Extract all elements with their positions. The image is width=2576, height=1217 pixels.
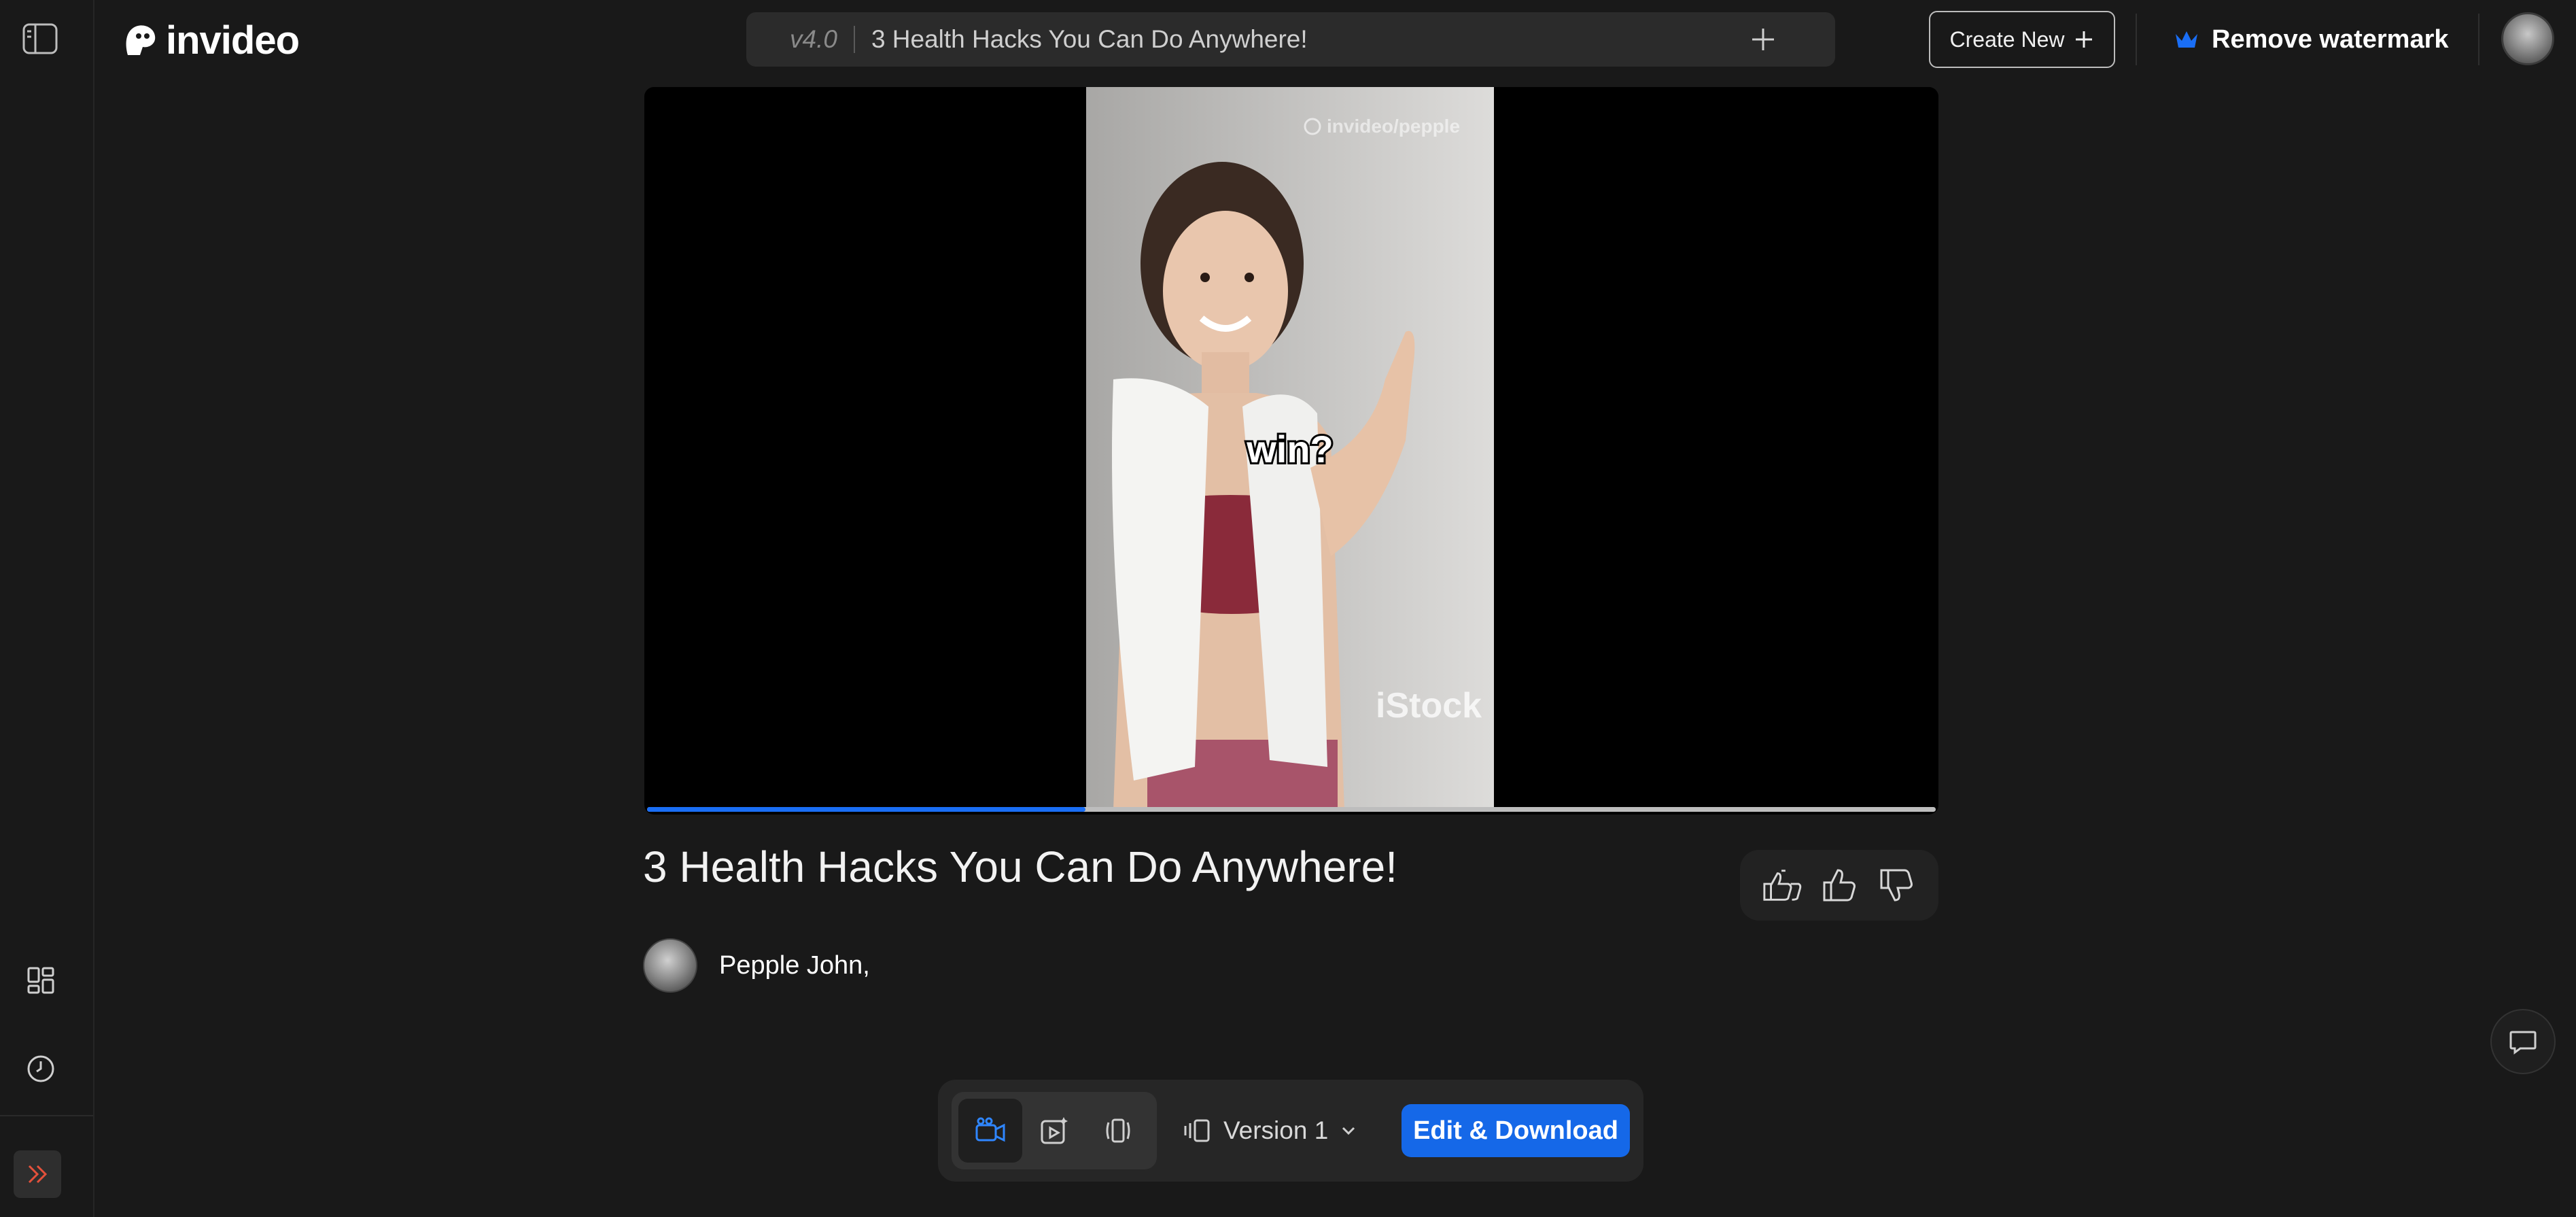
- video-player[interactable]: invideo/pepple win? iStock: [644, 87, 1938, 815]
- double-thumbs-up-icon[interactable]: [1762, 865, 1803, 906]
- author-avatar[interactable]: [643, 938, 697, 993]
- bottom-toolbar: Version 1 Edit & Download: [938, 1080, 1643, 1182]
- project-title[interactable]: 3 Health Hacks You Can Do Anywhere!: [871, 25, 1308, 54]
- progress-fill: [647, 807, 1085, 812]
- edit-download-button[interactable]: Edit & Download: [1402, 1104, 1630, 1157]
- watermark-handle-text: invideo/pepple: [1327, 116, 1460, 137]
- video-caption: win?: [1086, 427, 1494, 471]
- grid-icon[interactable]: [24, 964, 57, 997]
- clock-icon[interactable]: [24, 1052, 57, 1085]
- left-rail: [0, 0, 94, 1217]
- chat-icon: [2508, 1027, 2538, 1057]
- video-camera-icon: [974, 1117, 1007, 1144]
- version-tag: v4.0: [790, 25, 837, 54]
- carousel-button[interactable]: [1086, 1099, 1150, 1163]
- image-sparkle-icon: [1039, 1116, 1069, 1146]
- mode-switcher: [952, 1092, 1157, 1169]
- ai-media-button[interactable]: [1022, 1099, 1086, 1163]
- author-row: Pepple John,: [643, 938, 870, 993]
- project-title-bar[interactable]: v4.0 3 Health Hacks You Can Do Anywhere!: [746, 12, 1835, 67]
- progress-bar[interactable]: [647, 807, 1936, 812]
- version-selector[interactable]: Version 1: [1184, 1110, 1357, 1152]
- title-separator: [854, 26, 855, 53]
- thumbs-up-icon[interactable]: [1819, 865, 1860, 906]
- create-new-button[interactable]: Create New: [1929, 11, 2115, 68]
- video-frame: invideo/pepple win? iStock: [1086, 87, 1494, 810]
- create-new-label: Create New: [1950, 27, 2065, 52]
- sidebar-toggle-icon[interactable]: [22, 20, 58, 57]
- chat-button[interactable]: [2490, 1009, 2556, 1074]
- crown-icon: [2174, 29, 2199, 50]
- user-avatar[interactable]: [2501, 12, 2554, 65]
- logo-text: invideo: [166, 18, 299, 63]
- app-logo[interactable]: invideo: [121, 18, 299, 63]
- double-chevron-right-icon: [24, 1161, 51, 1188]
- header-divider: [2136, 14, 2137, 65]
- watermark-handle: invideo/pepple: [1304, 116, 1460, 137]
- logo-mark-icon: [121, 21, 159, 59]
- version-label: Version 1: [1223, 1116, 1328, 1145]
- thumbs-down-icon[interactable]: [1876, 865, 1917, 906]
- versions-icon: [1184, 1118, 1211, 1144]
- rail-divider: [0, 1115, 93, 1116]
- remove-watermark-label: Remove watermark: [2212, 25, 2449, 54]
- remove-watermark-button[interactable]: Remove watermark: [2174, 16, 2449, 63]
- chevron-down-icon: [1340, 1124, 1357, 1137]
- video-mode-button[interactable]: [958, 1099, 1022, 1163]
- stock-watermark: iStock: [1376, 685, 1482, 726]
- plus-icon[interactable]: [1748, 24, 1778, 54]
- plus-icon: [2074, 29, 2094, 50]
- feedback-group: [1740, 850, 1938, 921]
- expand-sidebar-button[interactable]: [14, 1150, 61, 1198]
- header-divider: [2478, 14, 2479, 65]
- logo-mark-icon: [1304, 118, 1321, 135]
- video-title: 3 Health Hacks You Can Do Anywhere!: [643, 842, 1397, 892]
- author-name: Pepple John,: [719, 951, 870, 980]
- carousel-icon: [1102, 1117, 1134, 1144]
